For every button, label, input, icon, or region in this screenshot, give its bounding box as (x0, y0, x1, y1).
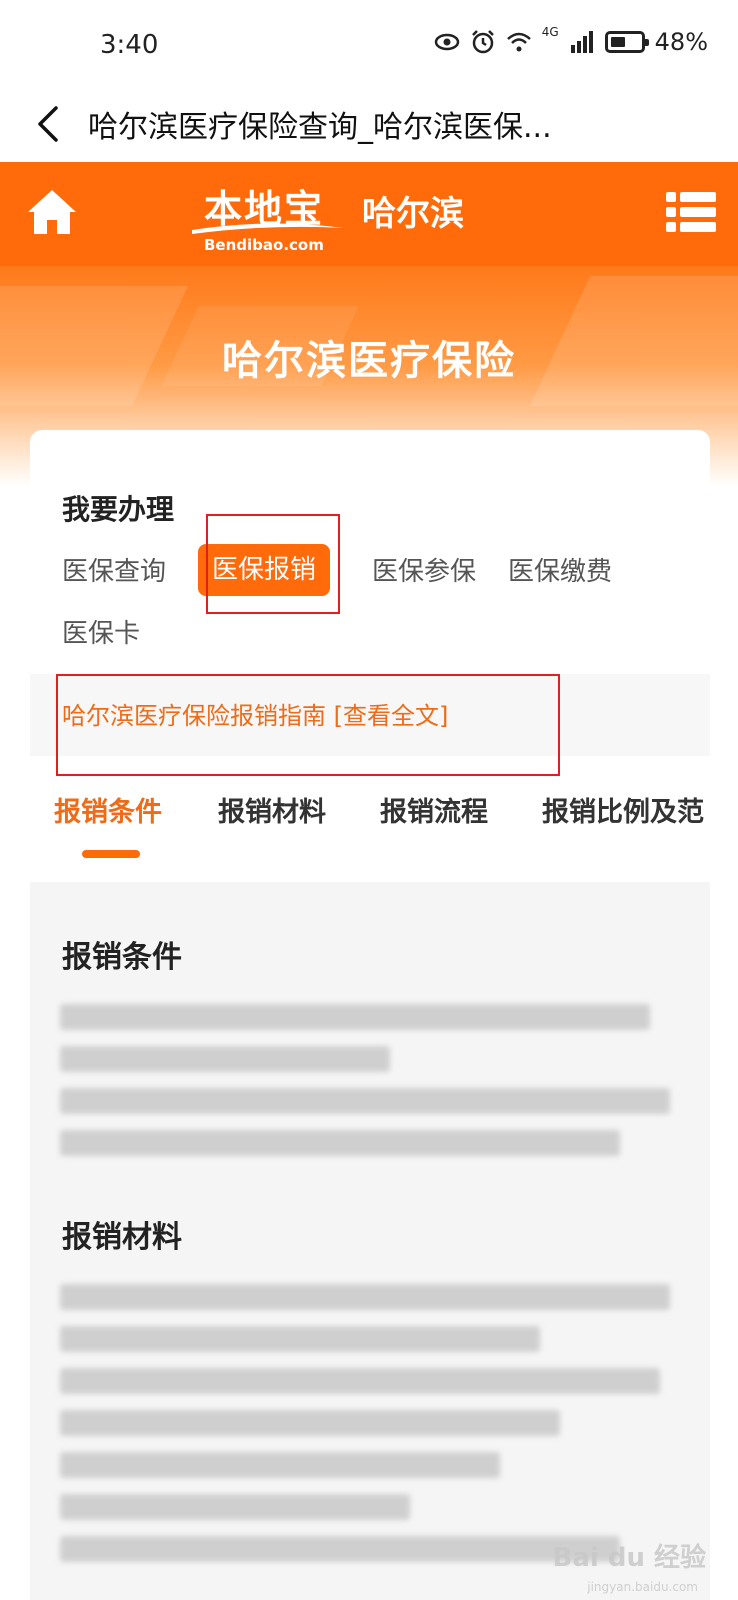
site-header: 本地宝 Bendibao.com 哈尔滨 (0, 162, 738, 266)
tab-ratio[interactable]: 报销比例及范 (542, 790, 704, 829)
tag-medical-payment[interactable]: 医保缴费 (508, 546, 612, 598)
battery-level: 48% (654, 28, 708, 56)
content-panel: 报销条件 报销材料 (30, 882, 710, 1600)
blurred-text-line (60, 1494, 410, 1520)
blurred-text-line (60, 1368, 660, 1394)
status-time: 3:40 (100, 30, 159, 60)
site-logo[interactable]: 本地宝 Bendibao.com (188, 178, 348, 258)
logo-domain: Bendibao.com (204, 236, 324, 254)
blurred-text-line (60, 1004, 650, 1030)
blurred-text-line (60, 1452, 500, 1478)
highlight-box (56, 674, 560, 776)
banner-title: 哈尔滨医疗保险 (222, 338, 516, 384)
blurred-text-line (60, 1284, 670, 1310)
battery-icon (604, 31, 649, 53)
services-label: 我要办理 (62, 493, 175, 526)
status-bar: 3:40 4G 48% (0, 0, 738, 88)
browser-header: 哈尔滨医疗保险查询_哈尔滨医保... (0, 88, 738, 162)
section-heading: 报销条件 (62, 940, 182, 975)
tab-materials[interactable]: 报销材料 (218, 790, 326, 829)
content-tabs: 报销条件 报销材料 报销流程 报销比例及范 (30, 790, 710, 870)
blurred-text-line (60, 1326, 540, 1352)
page-title: 哈尔滨医疗保险查询_哈尔滨医保... (88, 110, 552, 145)
eye-icon (434, 33, 459, 51)
tab-conditions[interactable]: 报销条件 (54, 790, 162, 829)
blurred-text-line (60, 1130, 620, 1156)
blurred-text-line (60, 1088, 670, 1114)
baidu-watermark: Bai du 经验 (552, 1543, 707, 1573)
status-icons: 4G 48% (434, 25, 708, 56)
tag-medical-card[interactable]: 医保卡 (62, 608, 140, 660)
watermark-url: jingyan.baidu.com (587, 1580, 698, 1594)
tag-medical-enrollment[interactable]: 医保参保 (372, 546, 476, 598)
tag-medical-query[interactable]: 医保查询 (62, 546, 166, 598)
blurred-text-line (60, 1410, 560, 1436)
blurred-text-line (60, 1046, 390, 1072)
city-name[interactable]: 哈尔滨 (362, 186, 464, 235)
network-type: 4G (541, 25, 559, 39)
alarm-icon (471, 30, 494, 54)
wifi-icon (506, 32, 531, 52)
back-arrow-icon[interactable] (30, 102, 70, 146)
active-tab-indicator (82, 850, 140, 858)
home-icon[interactable] (24, 186, 80, 238)
highlight-box (206, 514, 340, 614)
menu-icon[interactable] (666, 190, 716, 234)
tab-process[interactable]: 报销流程 (380, 790, 488, 829)
service-card: 我要办理 医保查询 医保报销 医保参保 医保缴费 医保卡 哈尔滨医疗保险报销指南… (30, 430, 710, 1600)
logo-swoosh (192, 223, 344, 234)
section-heading: 报销材料 (62, 1220, 182, 1255)
signal-icon (570, 31, 593, 53)
blurred-text-line (60, 1536, 620, 1562)
